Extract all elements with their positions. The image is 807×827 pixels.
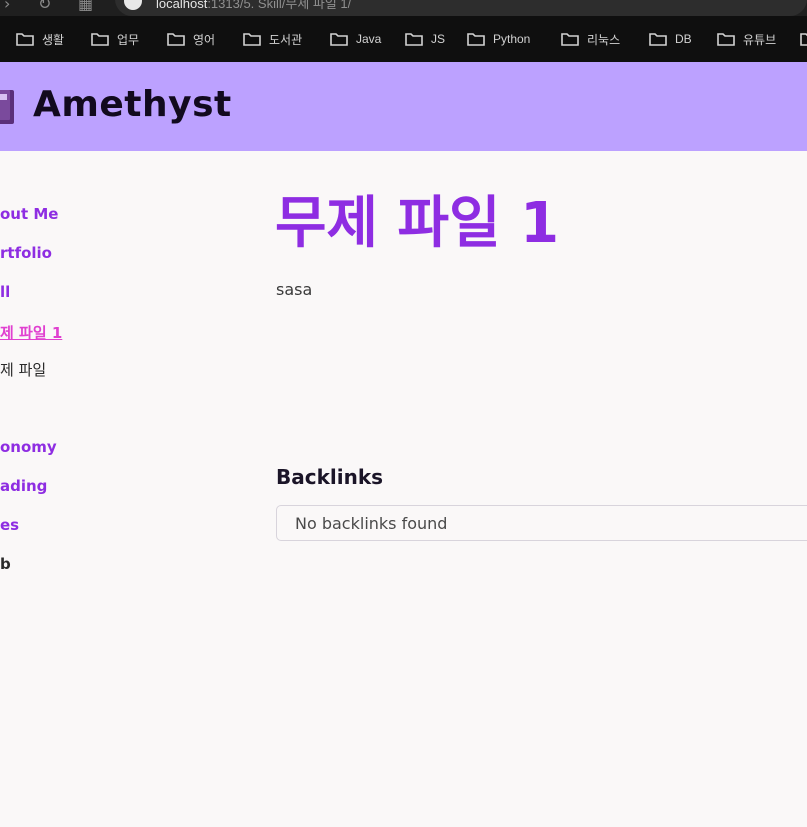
sidebar-item-current-page[interactable]: 제 파일 1 (0, 322, 62, 343)
site-header: Amethyst (0, 62, 807, 151)
page-body-text: sasa (276, 280, 313, 299)
bookmark-folder[interactable]: 영어 (167, 16, 215, 62)
bookmark-label: 업무 (117, 32, 140, 47)
sidebar-item-reading[interactable]: ading (0, 477, 47, 495)
reload-icon[interactable]: ↻ (38, 0, 51, 13)
folder-icon (467, 32, 485, 46)
forward-icon[interactable]: › (4, 0, 10, 13)
sidebar-item-about-me[interactable]: out Me (0, 205, 58, 223)
folder-icon (167, 32, 185, 46)
bookmarks-bar: 생활 업무 영어 도서관 Java JS Python 리눅스 DB 유튜브 (0, 16, 807, 62)
bookmark-folder[interactable]: 생활 (16, 16, 64, 62)
bookmark-label: 도서관 (269, 32, 303, 47)
folder-icon (800, 32, 807, 46)
sidebar-item-untitled[interactable]: 제 파일 (0, 359, 46, 380)
url-text[interactable]: localhost:1313/5. Skill/무제 파일 1/ (156, 0, 351, 12)
bookmark-label: 생활 (42, 32, 65, 47)
bookmark-folder-overflow[interactable] (800, 16, 807, 62)
backlinks-heading: Backlinks (276, 465, 384, 489)
bookmark-label: Java (356, 32, 382, 46)
folder-icon (561, 32, 579, 46)
bookmark-label: 리눅스 (587, 32, 621, 47)
url-path: :1313/5. Skill/무제 파일 1/ (207, 0, 352, 11)
folder-icon (405, 32, 423, 46)
bookmark-folder[interactable]: JS (405, 16, 445, 62)
bookmark-folder[interactable]: 업무 (91, 16, 139, 62)
folder-icon (91, 32, 109, 46)
bookmark-label: 영어 (193, 32, 216, 47)
backlinks-box: No backlinks found (276, 505, 807, 541)
backlinks-empty-message: No backlinks found (295, 514, 448, 533)
sidebar-item-skill[interactable]: ll (0, 283, 10, 301)
folder-icon (330, 32, 348, 46)
bookmark-folder[interactable]: Java (330, 16, 381, 62)
url-host: localhost (156, 0, 208, 11)
bookmark-folder[interactable]: Python (467, 16, 530, 62)
folder-icon (16, 32, 34, 46)
browser-toolbar: › ↻ ▦ localhost:1313/5. Skill/무제 파일 1/ (0, 0, 807, 16)
bookmark-folder[interactable]: DB (649, 16, 692, 62)
bookmark-label: JS (431, 32, 446, 46)
bookmark-folder[interactable]: 유튜브 (717, 16, 776, 62)
sidebar-item-taxonomy[interactable]: onomy (0, 438, 57, 456)
sidebar-item-notes[interactable]: es (0, 516, 19, 534)
sidebar-item-web[interactable]: b (0, 555, 11, 573)
bookmark-folder[interactable]: 도서관 (243, 16, 302, 62)
folder-icon (649, 32, 667, 46)
bookmark-label: 유튜브 (743, 32, 777, 47)
bookmark-folder[interactable]: 리눅스 (561, 16, 620, 62)
page-title: 무제 파일 1 (275, 191, 560, 256)
folder-icon (717, 32, 735, 46)
apps-icon[interactable]: ▦ (78, 0, 93, 13)
bookmark-label: Python (493, 32, 531, 46)
folder-icon (243, 32, 261, 46)
bookmark-label: DB (675, 32, 692, 46)
sidebar-item-portfolio[interactable]: rtfolio (0, 244, 52, 262)
site-title[interactable]: Amethyst (33, 84, 232, 125)
book-icon[interactable] (0, 90, 16, 124)
